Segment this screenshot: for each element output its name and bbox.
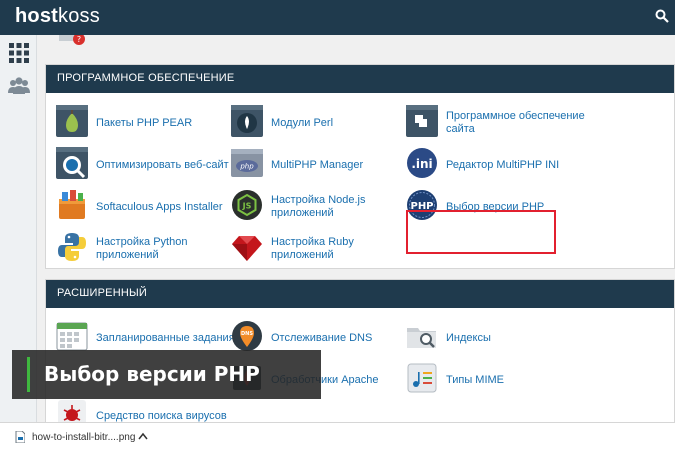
item-label: Средство поиска вирусов bbox=[96, 409, 227, 422]
dns-tracking-icon: DNS bbox=[232, 321, 262, 351]
item-label: MultiPHP Manager bbox=[271, 158, 364, 171]
svg-text:DNS: DNS bbox=[241, 331, 253, 337]
software-panel: ПРОГРАММНОЕ ОБЕСПЕЧЕНИЕ Пакеты PHP PEAR … bbox=[45, 64, 675, 269]
caption-text: Выбор версии PHP bbox=[44, 362, 260, 386]
nodejs-item[interactable]: JS Настройка Node.js приложений bbox=[231, 189, 406, 227]
perl-modules-item[interactable]: Модули Perl bbox=[231, 105, 406, 143]
multiphp-ini-editor-item[interactable]: .ini Редактор MultiPHP INI bbox=[406, 147, 581, 185]
top-bar: hostkoss bbox=[0, 0, 675, 35]
item-label: Настройка Ruby приложений bbox=[271, 236, 354, 261]
multiphp-manager-item[interactable]: php MultiPHP Manager bbox=[231, 147, 406, 185]
ruby-icon bbox=[232, 236, 262, 261]
svg-text:.ini: .ini bbox=[411, 157, 432, 171]
search-icon[interactable] bbox=[655, 9, 669, 23]
site-software-icon bbox=[406, 105, 438, 137]
item-label: Softaculous Apps Installer bbox=[96, 200, 223, 213]
grid-icon[interactable] bbox=[8, 42, 30, 64]
chevron-up-icon[interactable] bbox=[138, 432, 148, 440]
virus-scanner-item[interactable]: Средство поиска вирусов bbox=[56, 398, 231, 422]
php-version-highlight bbox=[406, 210, 556, 254]
item-label: Типы MIME bbox=[446, 373, 505, 386]
downloads-bar: how-to-install-bitr....png bbox=[0, 422, 675, 450]
section-header: ПРОГРАММНОЕ ОБЕСПЕЧЕНИЕ bbox=[46, 65, 674, 93]
softaculous-icon bbox=[59, 190, 85, 219]
item-label: Оптимизировать веб-сайт bbox=[96, 158, 229, 171]
item-label: Программное обеспечение сайта bbox=[446, 110, 585, 135]
softaculous-item[interactable]: Softaculous Apps Installer bbox=[56, 189, 231, 227]
item-label: Редактор MultiPHP INI bbox=[446, 158, 560, 171]
users-icon[interactable] bbox=[8, 75, 30, 97]
perl-modules-icon bbox=[231, 105, 263, 137]
php-pear-item[interactable]: Пакеты PHP PEAR bbox=[56, 105, 231, 143]
indexes-icon bbox=[407, 328, 436, 348]
item-label: Пакеты PHP PEAR bbox=[96, 116, 193, 129]
indexes-item[interactable]: Индексы bbox=[406, 320, 581, 358]
section-header: РАСШИРЕННЫЙ bbox=[46, 280, 674, 308]
download-file-name[interactable]: how-to-install-bitr....png bbox=[32, 432, 135, 443]
mime-types-icon bbox=[407, 363, 437, 393]
python-item[interactable]: Настройка Python приложений bbox=[56, 231, 231, 269]
python-icon bbox=[58, 233, 86, 261]
optimize-website-icon bbox=[56, 147, 88, 179]
caption-accent-bar bbox=[27, 357, 30, 392]
item-label: Настройка Python приложений bbox=[96, 236, 188, 261]
item-label: Настройка Node.js приложений bbox=[271, 194, 366, 219]
virus-scanner-icon bbox=[58, 400, 86, 422]
php-pear-icon bbox=[56, 105, 88, 137]
svg-text:JS: JS bbox=[242, 202, 252, 211]
mime-types-item[interactable]: Типы MIME bbox=[406, 362, 581, 400]
caption-overlay: Выбор версии PHP bbox=[12, 350, 321, 399]
file-icon bbox=[15, 431, 25, 443]
ruby-item[interactable]: Настройка Ruby приложений bbox=[231, 231, 406, 269]
item-label: Индексы bbox=[446, 331, 491, 344]
partial-row-icon: ? bbox=[59, 35, 85, 45]
optimize-website-item[interactable]: Оптимизировать веб-сайт bbox=[56, 147, 231, 185]
item-label: Модули Perl bbox=[271, 116, 334, 129]
site-software-item[interactable]: Программное обеспечение сайта bbox=[406, 105, 585, 143]
nodejs-icon: JS bbox=[232, 190, 262, 220]
svg-text:?: ? bbox=[77, 35, 81, 44]
svg-text:php: php bbox=[239, 163, 254, 171]
multiphp-ini-editor-icon: .ini bbox=[407, 148, 437, 178]
cron-jobs-icon bbox=[56, 322, 88, 351]
hostkoss-logo[interactable]: hostkoss bbox=[15, 5, 100, 28]
multiphp-manager-icon: php bbox=[231, 149, 263, 177]
